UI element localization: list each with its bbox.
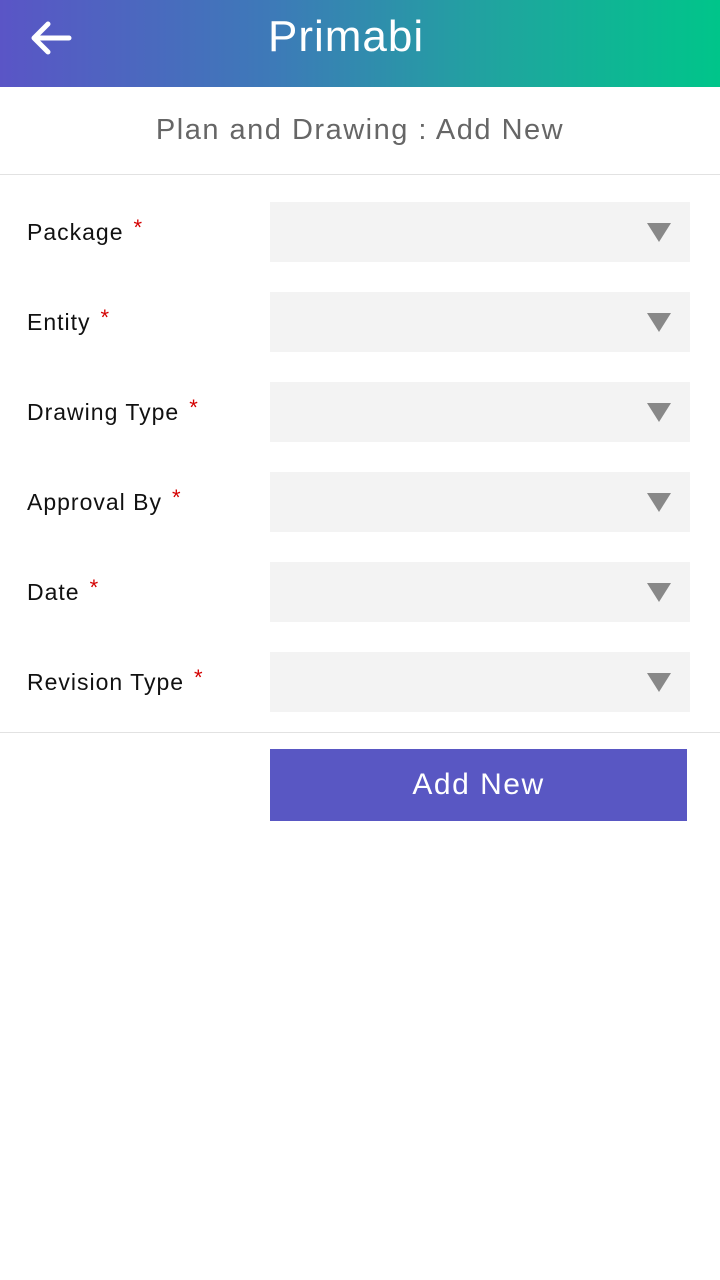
approval-by-dropdown[interactable] [270,472,690,532]
date-dropdown[interactable] [270,562,690,622]
entity-label: Entity * [27,292,110,352]
revision-type-label-text: Revision Type [27,668,185,695]
revision-type-dropdown[interactable] [270,652,690,712]
package-dropdown[interactable] [270,202,690,262]
triangle-down-icon [647,223,671,242]
drawing-type-row: Drawing Type * [0,382,720,442]
approval-by-label: Approval By * [27,472,182,532]
triangle-down-icon [647,403,671,422]
app-logo: Primabi [268,12,424,62]
entity-dropdown[interactable] [270,292,690,352]
page-title: Plan and Drawing : Add New [155,114,565,146]
drawing-type-label-text: Drawing Type [27,398,180,425]
arrow-left-icon [31,21,72,55]
entity-label-text: Entity [27,308,91,335]
package-label-text: Package [27,218,124,245]
required-marker: * [189,395,199,420]
logo-text: Primabi [268,12,425,61]
required-marker: * [172,485,182,510]
required-marker: * [194,665,204,690]
triangle-down-icon [647,493,671,512]
app-header: Primabi [0,0,720,87]
triangle-down-icon [647,313,671,332]
date-label-text: Date [27,578,80,605]
revision-type-label: Revision Type * [27,652,204,712]
required-marker: * [133,215,144,240]
add-new-button[interactable]: Add New [270,749,687,821]
date-label: Date * [27,562,99,622]
form-divider [0,732,720,733]
triangle-down-icon [647,673,671,692]
approval-by-label-text: Approval By [27,488,163,515]
page-title-bar: Plan and Drawing : Add New [0,87,720,175]
package-label: Package * [27,202,143,262]
approval-by-row: Approval By * [0,472,720,532]
required-marker: * [89,575,100,600]
triangle-down-icon [647,583,671,602]
drawing-type-dropdown[interactable] [270,382,690,442]
back-button[interactable] [24,12,76,64]
date-row: Date * [0,562,720,622]
package-row: Package * [0,202,720,262]
revision-type-row: Revision Type * [0,652,720,712]
drawing-type-label: Drawing Type * [27,382,199,442]
required-marker: * [100,305,111,330]
entity-row: Entity * [0,292,720,352]
